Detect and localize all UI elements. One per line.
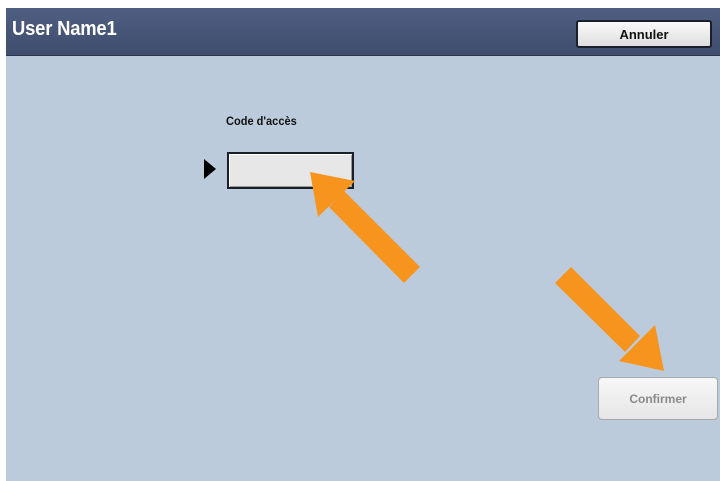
passcode-input[interactable] [227, 152, 354, 189]
passcode-label: Code d'accès [226, 114, 297, 128]
confirm-button[interactable]: Confirmer [598, 377, 718, 420]
field-pointer-icon [204, 159, 216, 179]
screen: User Name1 Annuler Code d'accès Confirme… [6, 8, 720, 481]
title-bar: User Name1 Annuler [6, 8, 720, 56]
cancel-button[interactable]: Annuler [576, 20, 712, 48]
page-title: User Name1 [12, 18, 117, 40]
